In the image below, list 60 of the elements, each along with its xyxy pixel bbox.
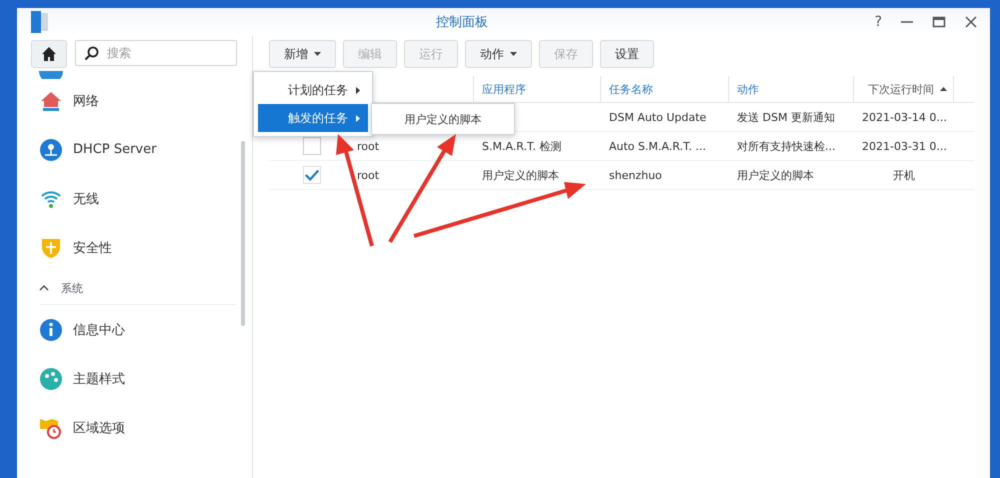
- sidebar-item[interactable]: 无线: [39, 174, 252, 223]
- caret-icon: [314, 52, 321, 56]
- table-cell: 对所有支持快速检...: [737, 138, 836, 154]
- sidebar-item[interactable]: 安全性: [39, 223, 252, 272]
- toolbar-button[interactable]: 动作: [465, 40, 532, 68]
- table-cell: 用户定义的脚本: [737, 168, 814, 182]
- info-icon: [39, 318, 63, 342]
- checkbox[interactable]: [303, 137, 321, 155]
- submenu-arrow-icon: [356, 114, 360, 122]
- sidebar-label: DHCP Server: [73, 142, 156, 157]
- menu-item[interactable]: 触发的任务: [258, 104, 368, 132]
- toolbar-button[interactable]: 设置: [600, 40, 654, 68]
- sidebar-label: 无线: [73, 190, 99, 208]
- table-cell: root: [357, 168, 380, 182]
- column-header[interactable]: 下次运行时间: [854, 76, 954, 102]
- sidebar-label: 信息中心: [73, 322, 125, 338]
- sidebar-label: 安全性: [73, 240, 112, 256]
- home-icon: [41, 46, 57, 62]
- sidebar-label: 网络: [73, 92, 99, 110]
- network-node-icon: [39, 138, 63, 162]
- column-header[interactable]: 任务名称: [601, 76, 729, 102]
- table-cell: S.M.A.R.T. 检测: [482, 138, 562, 154]
- table-cell: Auto S.M.A.R.T. ...: [609, 140, 706, 152]
- menu-item[interactable]: 用户定义的脚本: [404, 112, 482, 126]
- window-title: 控制面板: [434, 14, 489, 31]
- maximize-icon[interactable]: [932, 15, 946, 29]
- sidebar-item[interactable]: DHCP Server: [39, 125, 252, 174]
- palette-icon: [39, 366, 63, 390]
- table-cell: 用户定义的脚本: [482, 168, 559, 182]
- sidebar-item[interactable]: 区域选项: [39, 403, 252, 452]
- toolbar-button[interactable]: 新增: [269, 40, 336, 68]
- help-button[interactable]: ?: [874, 14, 882, 30]
- caret-icon: [510, 52, 517, 56]
- sort-up-icon: [940, 87, 947, 91]
- sidebar-item[interactable]: 网络: [39, 76, 252, 125]
- submenu-arrow-icon: [356, 86, 360, 94]
- table-cell: 开机: [893, 168, 915, 182]
- sidebar-label: 区域选项: [73, 420, 125, 436]
- table-cell: 2021-03-31 0...: [862, 140, 947, 152]
- sidebar-item[interactable]: 信息中心: [39, 305, 252, 354]
- app-icon: [31, 11, 49, 33]
- search-icon: [84, 46, 99, 60]
- menu-item[interactable]: 计划的任务: [258, 76, 368, 104]
- checkbox[interactable]: [303, 166, 321, 184]
- table-cell: root: [357, 140, 380, 152]
- search-field[interactable]: 搜索: [75, 40, 237, 66]
- column-header[interactable]: 应用程序: [474, 76, 601, 102]
- table-cell: 发送 DSM 更新通知: [737, 110, 835, 124]
- home-button[interactable]: [31, 40, 67, 68]
- table-cell: DSM Auto Update: [609, 110, 706, 124]
- sidebar-item[interactable]: 主题样式: [39, 354, 252, 403]
- section-header[interactable]: 系统: [39, 272, 236, 305]
- column-header[interactable]: 动作: [729, 76, 854, 102]
- scrollbar[interactable]: [241, 141, 245, 326]
- close-icon[interactable]: [964, 15, 978, 29]
- section-label: 系统: [61, 280, 83, 296]
- globe-icon: [39, 71, 63, 79]
- table-cell: 2021-03-14 0...: [862, 110, 947, 124]
- sidebar-label: 主题样式: [73, 370, 125, 388]
- table-cell: shenzhuo: [609, 168, 662, 182]
